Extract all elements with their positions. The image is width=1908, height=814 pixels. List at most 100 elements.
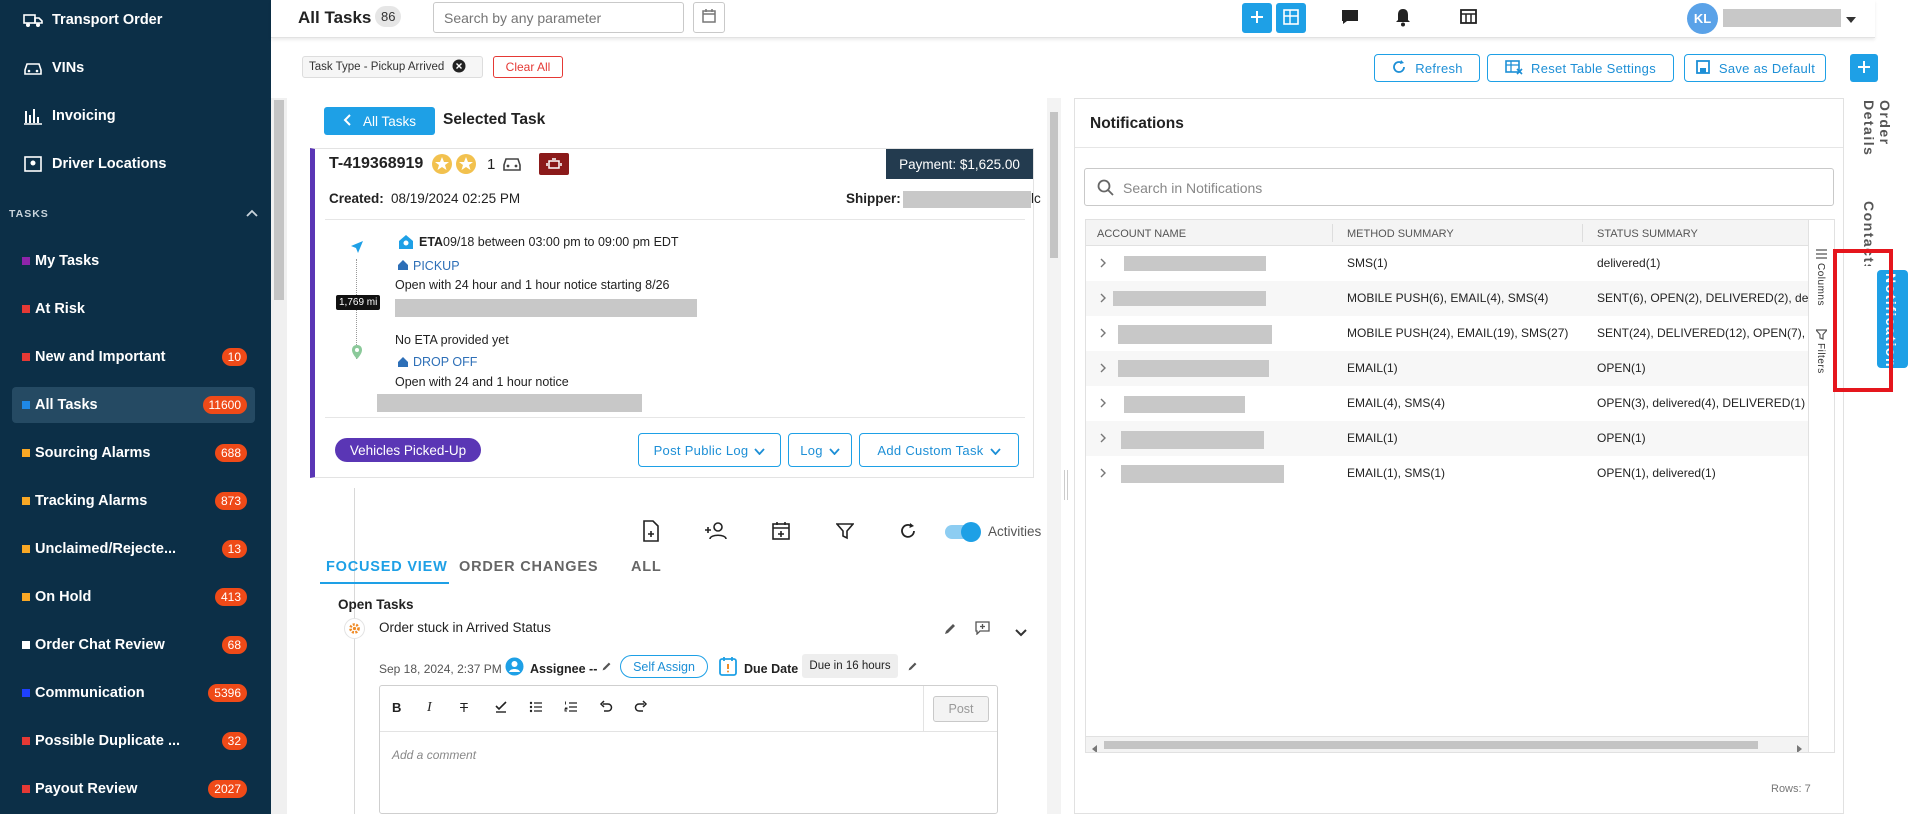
sidebar-item-order-chat-review[interactable]: Order Chat Review 68 (12, 627, 255, 663)
expand-chevron-icon[interactable] (1100, 257, 1107, 271)
chat-button[interactable] (1335, 3, 1365, 33)
tab-order-details[interactable]: Order Details (1855, 98, 1893, 198)
edit-pencil-icon[interactable] (943, 622, 957, 639)
tasks-section-header[interactable]: TASKS (9, 206, 259, 222)
sidebar-item-my-tasks[interactable]: My Tasks (12, 243, 255, 279)
bullet-list-icon[interactable] (529, 700, 543, 717)
table-row[interactable]: EMAIL(1) OPEN(1) (1086, 421, 1808, 456)
chevron-right-icon[interactable] (1796, 741, 1802, 752)
add-custom-task-button[interactable]: Add Custom Task (859, 433, 1019, 467)
nav-transport-order[interactable]: Transport Order (0, 0, 271, 40)
add-person-button[interactable] (703, 520, 729, 544)
italic-icon[interactable]: I (427, 700, 432, 716)
table-row[interactable]: EMAIL(1), SMS(1) OPEN(1), delivered(1) (1086, 456, 1808, 491)
expand-chevron-icon[interactable] (1100, 432, 1107, 446)
scrollbar-thumb[interactable] (274, 100, 284, 300)
log-button[interactable]: Log (788, 433, 852, 467)
clear-all-button[interactable]: Clear All (493, 56, 563, 78)
column-header-status[interactable]: STATUS SUMMARY (1597, 228, 1698, 240)
avatar[interactable]: KL (1687, 3, 1718, 34)
tab-all[interactable]: ALL (631, 559, 662, 575)
nav-label: Invoicing (52, 108, 116, 124)
expand-chevron-icon[interactable] (1100, 362, 1107, 376)
filter-button[interactable] (833, 520, 857, 544)
table-row[interactable]: EMAIL(1) OPEN(1) (1086, 351, 1808, 386)
close-circle-icon[interactable] (452, 59, 466, 76)
order-id[interactable]: T-419368919 (329, 155, 423, 173)
bold-icon[interactable]: B (392, 700, 401, 715)
calendar-button[interactable] (693, 2, 725, 33)
open-task-title[interactable]: Order stuck in Arrived Status (379, 620, 551, 635)
reload-button[interactable] (896, 520, 920, 544)
strikethrough-icon[interactable]: T (460, 700, 468, 715)
back-to-all-tasks-button[interactable]: All Tasks (324, 107, 435, 135)
chevron-down-icon[interactable] (1015, 625, 1027, 640)
comment-add-icon[interactable] (975, 621, 990, 638)
tab-focused-view[interactable]: FOCUSED VIEW (326, 559, 448, 575)
column-header-account[interactable]: ACCOUNT NAME (1097, 228, 1186, 240)
chevron-left-icon[interactable] (1092, 741, 1098, 752)
table-row[interactable]: MOBILE PUSH(6), EMAIL(4), SMS(4) SENT(6)… (1086, 281, 1808, 316)
reset-table-settings-button[interactable]: Reset Table Settings (1487, 54, 1674, 82)
search-input[interactable] (433, 2, 684, 33)
notifications-search[interactable]: Search in Notifications (1084, 168, 1834, 206)
notifications-bell-button[interactable] (1388, 3, 1418, 33)
nav-vins[interactable]: VINs (0, 48, 271, 88)
expand-chevron-icon[interactable] (1100, 327, 1107, 341)
edit-pencil-icon[interactable] (601, 660, 612, 675)
sidebar-item-tracking-alarms[interactable]: Tracking Alarms 873 (12, 483, 255, 519)
sidebar-item-unclaimed[interactable]: Unclaimed/Rejecte... 13 (12, 531, 255, 567)
add-table-button[interactable] (1276, 3, 1306, 33)
outer-scrollbar[interactable] (271, 98, 287, 814)
activities-toggle[interactable] (945, 522, 981, 542)
panel-scrollbar[interactable] (1047, 98, 1061, 814)
sidebar-item-at-risk[interactable]: At Risk (12, 291, 255, 327)
table-row[interactable]: SMS(1) delivered(1) (1086, 246, 1808, 281)
expand-chevron-icon[interactable] (1100, 397, 1107, 411)
tab-order-changes[interactable]: ORDER CHANGES (459, 559, 598, 575)
sidebar-item-payout-review[interactable]: Payout Review 2027 (12, 771, 255, 807)
refresh-button[interactable]: Refresh (1374, 54, 1480, 82)
expand-chevron-icon[interactable] (1100, 467, 1107, 481)
sidebar-item-all-tasks[interactable]: All Tasks 11600 (12, 387, 255, 423)
sidebar-item-communication[interactable]: Communication 5396 (12, 675, 255, 711)
open-tasks-heading: Open Tasks (338, 597, 414, 612)
nav-invoicing[interactable]: Invoicing (0, 96, 271, 136)
column-divider[interactable] (1582, 224, 1583, 242)
edit-pencil-icon[interactable] (907, 660, 918, 675)
sidebar-item-sourcing-alarms[interactable]: Sourcing Alarms 688 (12, 435, 255, 471)
chevron-down-icon[interactable] (1845, 12, 1857, 27)
dropoff-label[interactable]: DROP OFF (413, 355, 477, 369)
filters-side-tab[interactable]: Filters (1809, 328, 1834, 388)
horizontal-scrollbar[interactable] (1086, 736, 1808, 752)
sidebar-item-possible-duplicate[interactable]: Possible Duplicate ... 32 (12, 723, 255, 759)
add-button[interactable] (1242, 3, 1272, 33)
add-event-button[interactable] (769, 520, 793, 544)
panel-splitter[interactable] (1064, 470, 1068, 500)
add-filter-button[interactable] (1850, 54, 1878, 82)
sidebar-item-on-hold[interactable]: On Hold 413 (12, 579, 255, 615)
nav-driver-locations[interactable]: Driver Locations (0, 144, 271, 184)
columns-side-tab[interactable]: Columns (1809, 248, 1834, 318)
numbered-list-icon[interactable] (564, 700, 578, 717)
sidebar-item-new-important[interactable]: New and Important 10 (12, 339, 255, 375)
add-document-button[interactable] (639, 519, 663, 544)
scrollbar-thumb[interactable] (1104, 741, 1758, 749)
column-header-method[interactable]: METHOD SUMMARY (1347, 228, 1454, 240)
scrollbar-thumb[interactable] (1050, 112, 1058, 258)
filter-chip[interactable]: Task Type - Pickup Arrived (302, 56, 483, 78)
table-row[interactable]: MOBILE PUSH(24), EMAIL(19), SMS(27) SENT… (1086, 316, 1808, 351)
pickup-label[interactable]: PICKUP (413, 259, 460, 273)
post-public-log-button[interactable]: Post Public Log (638, 433, 781, 467)
undo-icon[interactable] (599, 700, 613, 717)
comment-input[interactable]: Add a comment (392, 748, 476, 762)
table-settings-button[interactable] (1454, 3, 1484, 33)
redo-icon[interactable] (634, 700, 648, 717)
table-row[interactable]: EMAIL(4), SMS(4) OPEN(3), delivered(4), … (1086, 386, 1808, 421)
self-assign-button[interactable]: Self Assign (620, 655, 708, 678)
expand-chevron-icon[interactable] (1100, 292, 1107, 306)
column-divider[interactable] (1332, 224, 1333, 242)
save-as-default-button[interactable]: Save as Default (1684, 54, 1826, 82)
checklist-icon[interactable] (494, 700, 508, 717)
post-button[interactable]: Post (933, 696, 989, 722)
